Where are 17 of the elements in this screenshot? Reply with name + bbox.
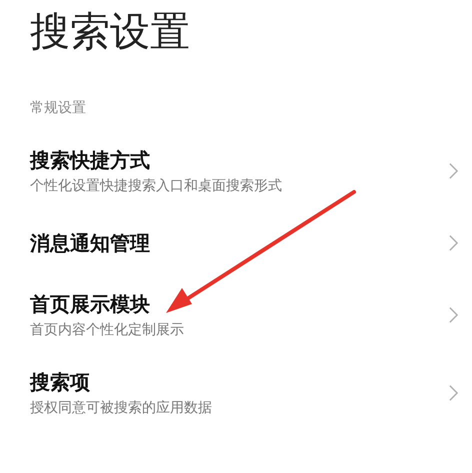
- item-subtitle: 个性化设置快捷搜索入口和桌面搜索形式: [30, 177, 282, 196]
- settings-item[interactable]: 首页展示模块 首页内容个性化定制展示: [30, 276, 472, 354]
- item-title: 搜索项: [30, 369, 91, 396]
- item-title: 搜索快捷方式: [30, 147, 151, 174]
- item-title: 消息通知管理: [30, 230, 150, 257]
- page-title: 搜索设置: [30, 8, 191, 56]
- chevron-right-icon: [449, 384, 458, 402]
- item-title: 首页展示模块: [30, 291, 151, 318]
- item-subtitle: 首页内容个性化定制展示: [30, 321, 184, 340]
- settings-item[interactable]: 消息通知管理: [30, 210, 472, 276]
- chevron-right-icon: [449, 162, 458, 180]
- section-header: 常规设置: [30, 99, 87, 118]
- item-subtitle: 授权同意可被搜索的应用数据: [30, 399, 212, 418]
- chevron-right-icon: [449, 306, 458, 324]
- chevron-right-icon: [449, 234, 458, 252]
- settings-item[interactable]: 搜索快捷方式 个性化设置快捷搜索入口和桌面搜索形式: [30, 132, 472, 210]
- settings-item[interactable]: 搜索项 授权同意可被搜索的应用数据: [30, 354, 472, 432]
